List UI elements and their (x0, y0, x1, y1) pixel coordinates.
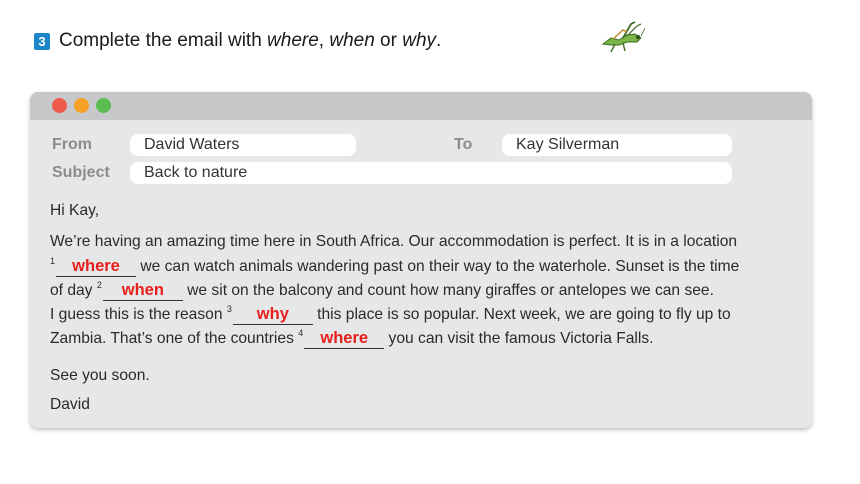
answer-3: why (256, 305, 289, 323)
answer-4: where (320, 329, 369, 347)
blank-number-2: 2 (96, 280, 102, 290)
email-line-2: 1 where we can watch animals wandering pa… (50, 256, 739, 277)
email-line-4-pre: I guess this is the reason (50, 306, 227, 323)
email-line-5: Zambia. That’s one of the countries 4 whe… (50, 328, 653, 349)
answer-2: when (121, 281, 164, 299)
to-field[interactable]: Kay Silverman (502, 134, 732, 156)
window-title-bar (30, 92, 812, 120)
email-line-4: I guess this is the reason 3 why this pla… (50, 304, 731, 325)
blank-1[interactable]: where (56, 257, 137, 277)
from-label: From (52, 136, 92, 153)
option-when: when (329, 30, 375, 51)
email-line-5-pre: Zambia. That’s one of the countries (50, 330, 299, 347)
email-line-4-rest: this place is so popular. Next week, we … (312, 306, 731, 323)
blank-3[interactable]: why (232, 305, 313, 325)
subject-label: Subject (52, 164, 110, 181)
maximize-dot-icon[interactable] (96, 98, 111, 113)
email-window: From David Waters To Kay Silverman Subje… (30, 92, 812, 428)
instruction-end: . (436, 30, 442, 51)
from-field[interactable]: David Waters (130, 134, 356, 156)
minimize-dot-icon[interactable] (74, 98, 89, 113)
option-why: why (402, 30, 437, 51)
exercise-number-badge: 3 (34, 32, 50, 50)
page: 3 Complete the email with where , when o… (0, 0, 860, 484)
blank-number-3: 3 (226, 304, 232, 314)
email-line-2-rest: we can watch animals wandering past on t… (136, 258, 740, 275)
email-closing: See you soon. (50, 367, 150, 384)
close-dot-icon[interactable] (52, 98, 67, 113)
email-line-3-rest: we sit on the balcony and count how many… (182, 282, 714, 299)
to-label: To (454, 136, 473, 153)
email-greeting: Hi Kay, (50, 202, 100, 219)
email-line-1: We’re having an amazing time here in Sou… (50, 233, 738, 250)
instruction-sep2: or (374, 30, 403, 51)
email-line-3: of day 2 when we sit on the balcony and c… (50, 280, 714, 301)
blank-4[interactable]: where (304, 329, 385, 349)
answer-1: where (72, 257, 120, 275)
blank-number-1: 1 (50, 256, 56, 266)
instruction-sep1: , (318, 30, 330, 51)
blank-number-4: 4 (298, 328, 304, 338)
email-signature: David (50, 396, 90, 413)
instruction-prefix: Complete the email with (59, 30, 268, 51)
blank-2[interactable]: when (102, 281, 183, 301)
email-line-3-pre: of day (50, 282, 97, 299)
exercise-instruction: 3 Complete the email with where , when o… (34, 30, 441, 52)
email-line-5-rest: you can visit the famous Victoria Falls. (384, 330, 654, 347)
grasshopper-icon (601, 21, 645, 53)
option-where: where (267, 30, 319, 51)
subject-field[interactable]: Back to nature (130, 162, 732, 184)
